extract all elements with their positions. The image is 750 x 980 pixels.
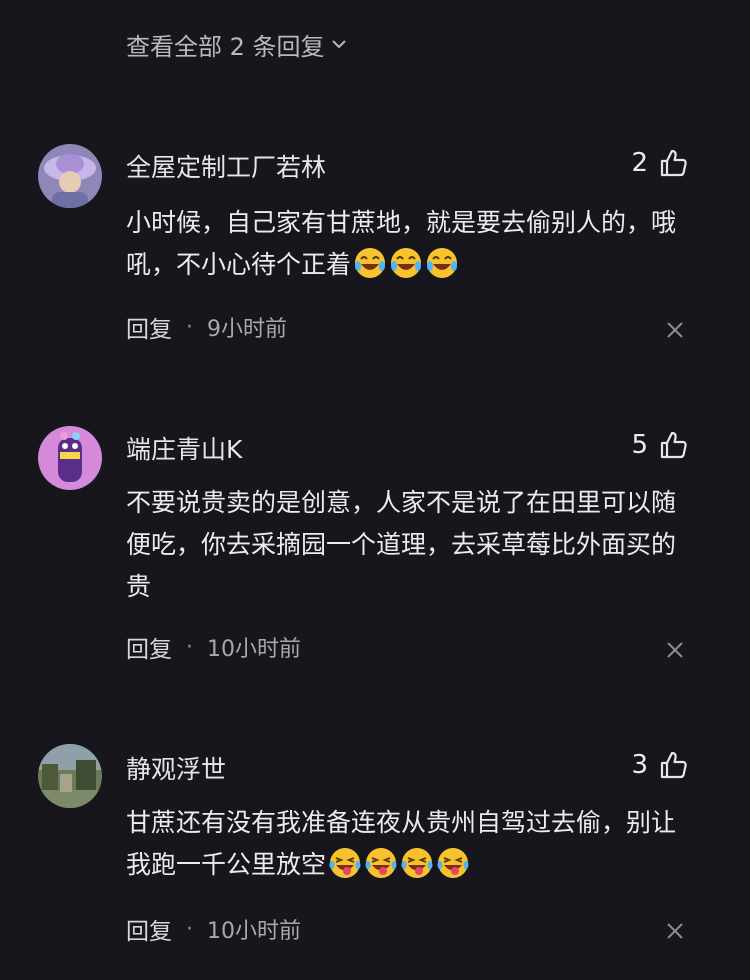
comment-username[interactable]: 端庄青山K — [126, 430, 242, 466]
like-button[interactable]: 2 — [631, 148, 688, 178]
reply-button[interactable]: 回复 — [126, 912, 172, 946]
comment-timestamp: 9小时前 — [207, 317, 287, 342]
emoji-row — [351, 248, 459, 279]
thumbs-up-icon — [660, 149, 687, 177]
like-count: 3 — [631, 750, 648, 780]
view-all-replies-button[interactable]: 查看全部 2 条回复 — [126, 26, 347, 62]
tongue-laugh-icon — [401, 848, 433, 878]
comment-text: 小时候，自己家有甘蔗地，就是要去偷别人的，哦吼，不小心待个正着 — [126, 202, 696, 286]
avatar[interactable] — [38, 744, 102, 808]
comment-timestamp: 10小时前 — [207, 919, 301, 944]
thumbs-up-icon — [660, 751, 687, 779]
laugh-cry-icon — [391, 248, 422, 278]
meta-separator: · — [186, 634, 193, 660]
comment-username[interactable]: 静观浮世 — [126, 750, 226, 786]
meta-separator: · — [186, 314, 193, 340]
chevron-down-icon — [331, 40, 346, 49]
close-icon[interactable] — [666, 922, 684, 940]
comment-username[interactable]: 全屋定制工厂若林 — [126, 148, 326, 184]
tongue-laugh-icon — [437, 848, 469, 878]
comment-text-body: 不要说贵卖的是创意，人家不是说了在田里可以随便吃，你去采摘园一个道理，去采草莓比… — [126, 488, 677, 601]
comment-meta: 回复 · 9小时前 — [126, 310, 287, 344]
laugh-cry-icon — [355, 248, 386, 278]
close-icon[interactable] — [666, 641, 684, 659]
like-button[interactable]: 5 — [631, 430, 688, 460]
emoji-row — [326, 848, 470, 879]
laugh-cry-icon — [427, 248, 458, 278]
avatar[interactable] — [38, 144, 102, 208]
view-all-replies-label: 查看全部 2 条回复 — [126, 32, 325, 61]
tongue-laugh-icon — [329, 848, 361, 878]
comment-text: 甘蔗还有没有我准备连夜从贵州自驾过去偷，别让我跑一千公里放空 — [126, 802, 696, 886]
reply-button[interactable]: 回复 — [126, 630, 172, 664]
comment-timestamp: 10小时前 — [207, 637, 301, 662]
like-count: 5 — [631, 430, 648, 460]
comment-meta: 回复 · 10小时前 — [126, 630, 301, 664]
close-icon[interactable] — [666, 321, 684, 339]
thumbs-up-icon — [660, 431, 687, 459]
meta-separator: · — [186, 916, 193, 942]
comment-meta: 回复 · 10小时前 — [126, 912, 301, 946]
reply-button[interactable]: 回复 — [126, 310, 172, 344]
avatar[interactable] — [38, 426, 102, 490]
comment-text: 不要说贵卖的是创意，人家不是说了在田里可以随便吃，你去采摘园一个道理，去采草莓比… — [126, 482, 696, 608]
tongue-laugh-icon — [365, 848, 397, 878]
like-count: 2 — [631, 148, 648, 178]
like-button[interactable]: 3 — [631, 750, 688, 780]
